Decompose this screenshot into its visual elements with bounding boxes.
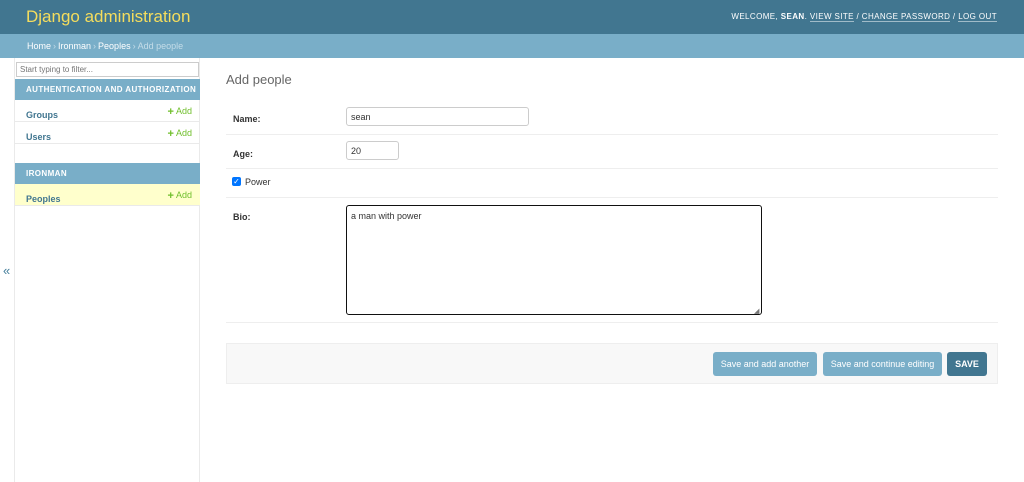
sidebar: AUTHENTICATION AND AUTHORIZATION Groups …: [15, 58, 200, 482]
add-label: Add: [175, 128, 192, 138]
plus-icon: +: [167, 190, 174, 202]
sidebar-item-peoples-link[interactable]: Peoples: [26, 194, 61, 204]
sidebar-item-groups-link[interactable]: Groups: [26, 110, 58, 120]
power-checkbox[interactable]: ✓: [232, 177, 241, 186]
resize-handle-icon[interactable]: ◢: [754, 307, 759, 315]
age-field[interactable]: [346, 141, 399, 160]
add-label: Add: [175, 106, 192, 116]
form-row-power: ✓ Power: [226, 169, 998, 198]
add-groups-link[interactable]: + Add: [168, 106, 192, 118]
submit-row: Save and add another Save and continue e…: [226, 343, 998, 384]
user-tools-separator: /: [853, 12, 862, 21]
plus-icon: +: [167, 106, 174, 118]
toggle-sidebar[interactable]: «: [0, 58, 15, 482]
view-site-link[interactable]: VIEW SITE: [809, 12, 854, 22]
add-users-link[interactable]: + Add: [168, 128, 192, 140]
sidebar-item-groups: Groups + Add: [15, 100, 200, 122]
sidebar-item-users: Users + Add: [15, 122, 200, 144]
main-content: Add people Name: Age: ✓ Power Bio: a man…: [200, 58, 1024, 482]
sidebar-item-users-link[interactable]: Users: [26, 132, 51, 142]
header: Django administration WELCOME, SEAN. VIE…: [0, 0, 1024, 34]
welcome-text: WELCOME,: [731, 12, 781, 21]
plus-icon: +: [167, 128, 174, 140]
breadcrumb-current: Add people: [137, 41, 184, 51]
user-tools-separator: /: [950, 12, 959, 21]
site-branding[interactable]: Django administration: [26, 7, 190, 27]
breadcrumb-home[interactable]: Home: [27, 41, 51, 51]
save-button[interactable]: SAVE: [947, 352, 987, 376]
age-label: Age:: [233, 149, 253, 159]
save-and-add-another-button[interactable]: Save and add another: [713, 352, 817, 376]
add-peoples-link[interactable]: + Add: [168, 190, 192, 202]
form-row-bio: Bio: a man with power ◢: [226, 198, 998, 323]
save-and-continue-button[interactable]: Save and continue editing: [823, 352, 942, 376]
breadcrumb-separator: ›: [132, 41, 136, 51]
breadcrumb-separator: ›: [93, 41, 97, 51]
breadcrumb-separator: ›: [53, 41, 57, 51]
name-field[interactable]: [346, 107, 529, 126]
collapse-sidebar-icon[interactable]: «: [3, 263, 10, 278]
breadcrumb-ironman[interactable]: Ironman: [58, 41, 91, 51]
page-title: Add people: [226, 72, 292, 87]
username: SEAN: [780, 12, 805, 21]
form-row-age: Age:: [226, 135, 998, 169]
sidebar-item-peoples: Peoples + Add: [15, 184, 200, 206]
log-out-link[interactable]: LOG OUT: [958, 12, 997, 22]
bio-label: Bio:: [233, 212, 251, 222]
module-caption-ironman[interactable]: IRONMAN: [15, 163, 200, 184]
welcome-suffix: .: [804, 12, 808, 21]
module-caption-auth[interactable]: AUTHENTICATION AND AUTHORIZATION: [15, 79, 200, 100]
name-label: Name:: [233, 114, 261, 124]
change-password-link[interactable]: CHANGE PASSWORD: [861, 12, 951, 22]
breadcrumb: Home › Ironman › Peoples › Add people: [0, 34, 1024, 58]
breadcrumb-peoples[interactable]: Peoples: [98, 41, 131, 51]
add-label: Add: [175, 190, 192, 200]
sidebar-filter-input[interactable]: [16, 62, 199, 77]
form-row-name: Name:: [226, 100, 998, 135]
bio-textarea[interactable]: a man with power: [346, 205, 762, 315]
user-tools: WELCOME, SEAN. VIEW SITE / CHANGE PASSWO…: [731, 12, 997, 22]
power-label[interactable]: Power: [245, 177, 271, 187]
